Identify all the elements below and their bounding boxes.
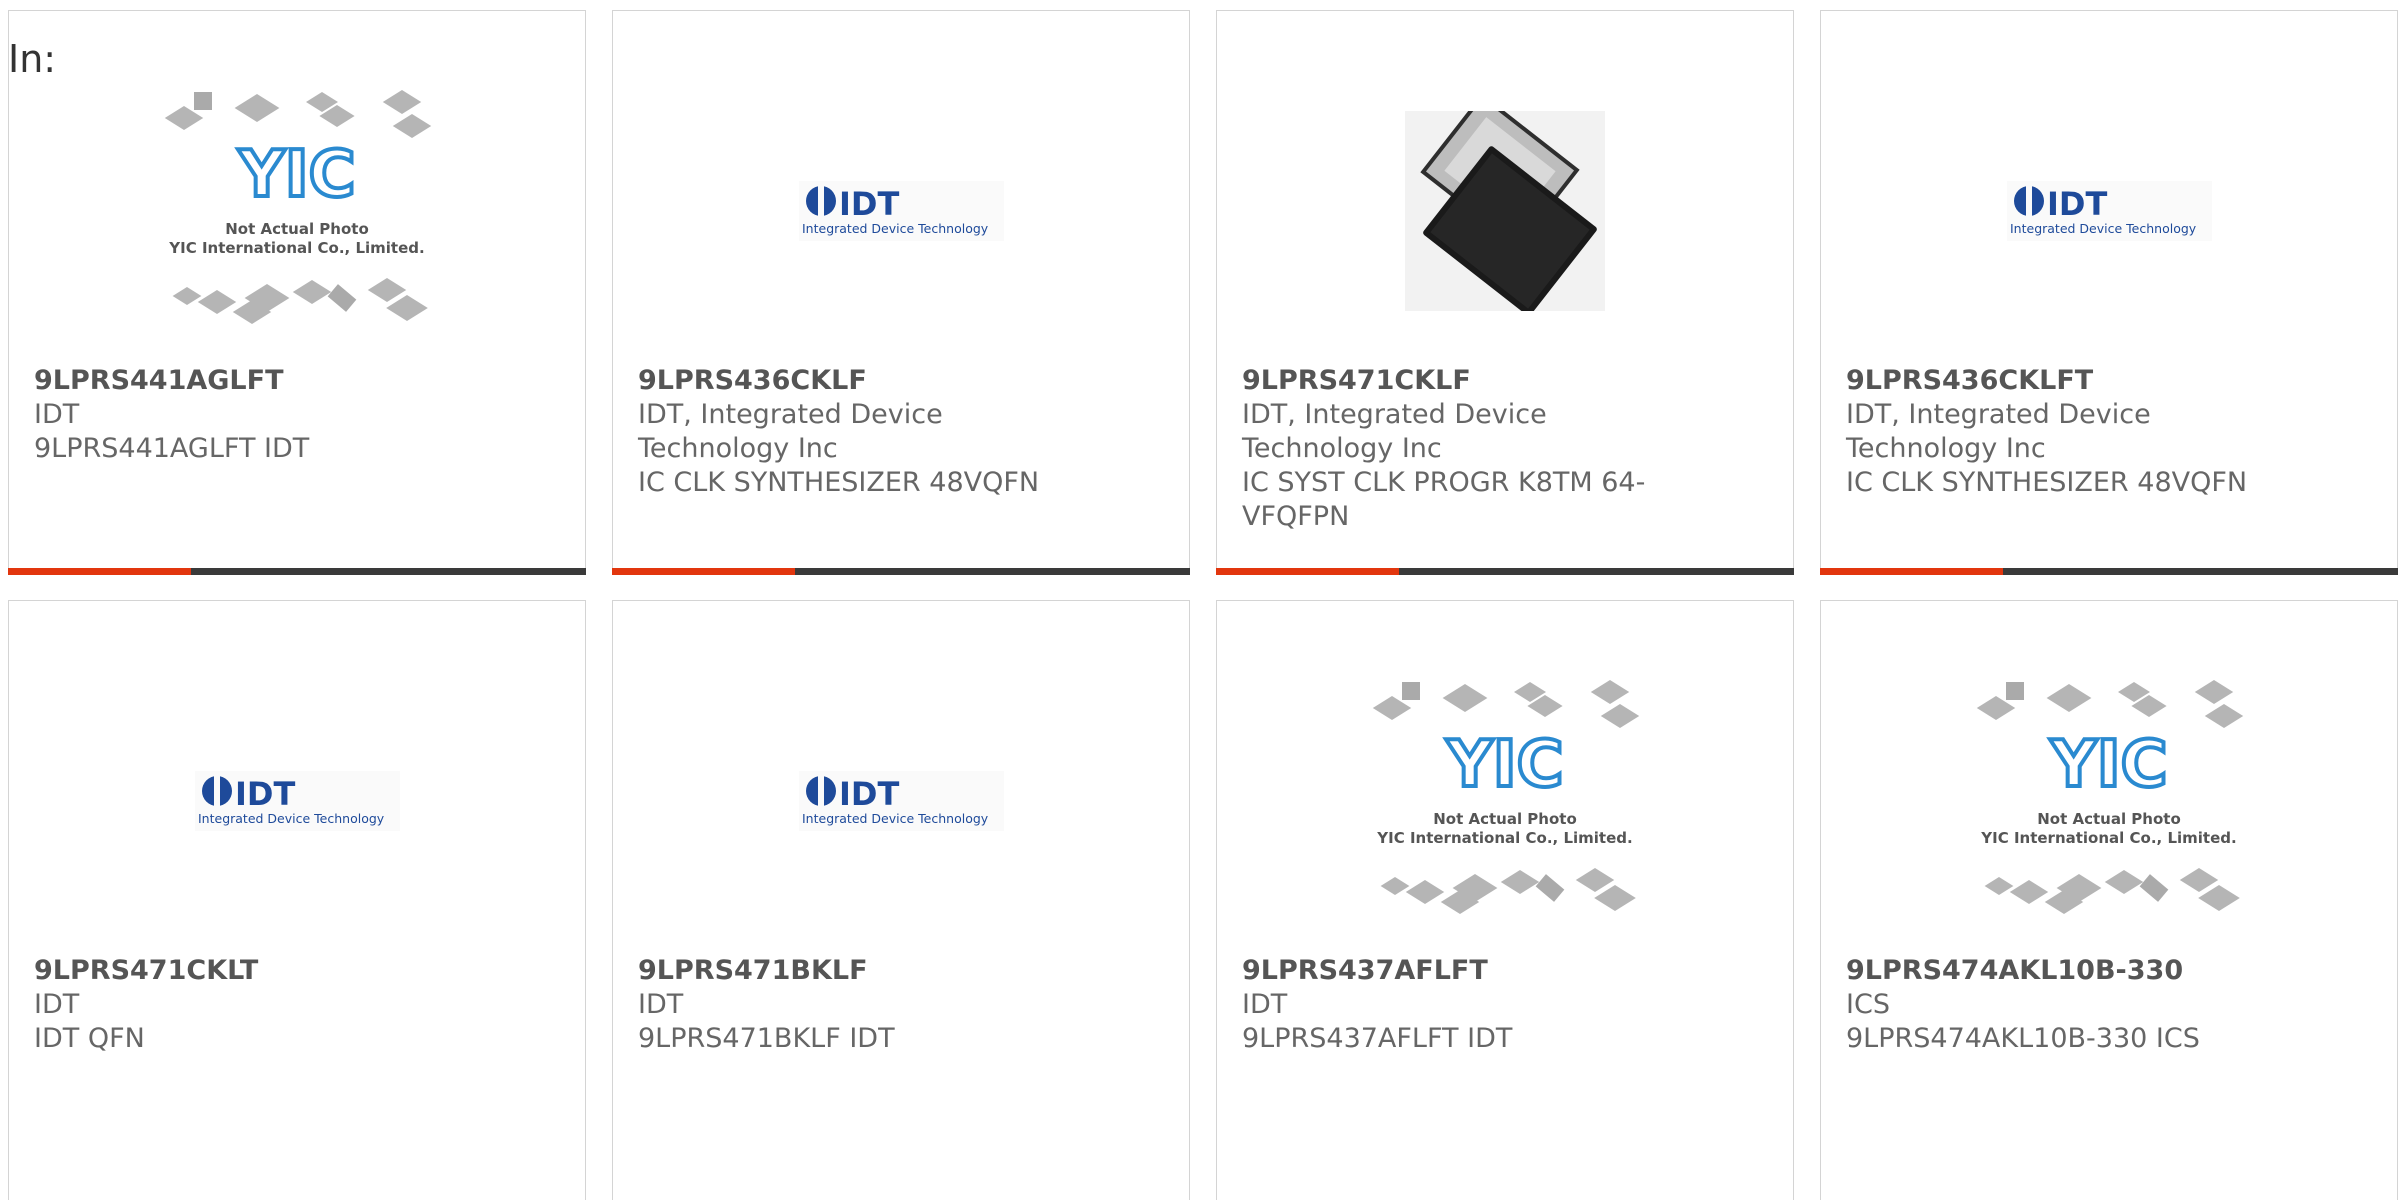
card-footer-bar xyxy=(1216,568,1794,575)
qfn-chip-photo xyxy=(1405,111,1605,311)
card-footer-bar xyxy=(1820,568,2398,575)
description: IC CLK SYNTHESIZER 48VQFN xyxy=(638,467,1040,498)
manufacturer: IDT, Integrated Device Technology Inc xyxy=(638,399,943,464)
part-number-link[interactable]: 9LPRS471BKLF xyxy=(638,954,1058,988)
idt-logo: IDTIntegrated Device Technology xyxy=(194,771,400,831)
product-card[interactable]: YIC Not Actual Photo YIC International Co.… xyxy=(1820,600,2398,1200)
product-image[interactable] xyxy=(1217,71,1793,351)
description: 9LPRS437AFLFT IDT xyxy=(1242,1023,1513,1054)
product-card[interactable]: 9LPRS471CKLF IDT, Integrated Device Tech… xyxy=(1216,10,1794,575)
manufacturer: IDT xyxy=(638,989,684,1020)
manufacturer: IDT xyxy=(34,399,80,430)
part-number-link[interactable]: 9LPRS441AGLFT xyxy=(34,364,454,398)
manufacturer: IDT, Integrated Device Technology Inc xyxy=(1846,399,2151,464)
yic-placeholder-image: YIC Not Actual PhotoYIC International Co.… xyxy=(164,90,432,324)
part-number-link[interactable]: 9LPRS474AKL10B-330 xyxy=(1846,954,2266,988)
idt-logo: IDTIntegrated Device Technology xyxy=(798,181,1004,241)
yic-placeholder-image: YIC Not Actual PhotoYIC International Co.… xyxy=(1976,680,2244,914)
part-number-link[interactable]: 9LPRS436CKLF xyxy=(638,364,1058,398)
part-number-link[interactable]: 9LPRS436CKLFT xyxy=(1846,364,2266,398)
part-number-link[interactable]: 9LPRS471CKLF xyxy=(1242,364,1662,398)
svg-text:Not Actual Photo: Not Actual Photo xyxy=(1433,810,1577,828)
description: IC SYST CLK PROGR K8TM 64-VFQFPN xyxy=(1242,467,1646,532)
product-image[interactable]: YIC Not Actual Photo YIC International Co.… xyxy=(9,71,585,351)
card-footer-bar xyxy=(612,568,1190,575)
description: 9LPRS471BKLF IDT xyxy=(638,1023,895,1054)
svg-text:Integrated Device Technology: Integrated Device Technology xyxy=(2010,221,2197,236)
svg-text:Integrated Device Technology: Integrated Device Technology xyxy=(802,221,989,236)
svg-text:YIC International Co., Limited: YIC International Co., Limited. xyxy=(168,239,424,257)
yic-placeholder-image: YIC Not Actual PhotoYIC International Co.… xyxy=(1372,680,1640,914)
product-card[interactable]: IDT Integrated Device Technology 9LPRS436… xyxy=(612,10,1190,575)
svg-text:IDT: IDT xyxy=(235,775,295,813)
product-image[interactable]: YIC Not Actual Photo YIC International Co.… xyxy=(1821,661,2397,941)
svg-text:Not Actual Photo: Not Actual Photo xyxy=(2037,810,2181,828)
idt-logo: IDTIntegrated Device Technology xyxy=(798,771,1004,831)
product-image[interactable]: YIC Not Actual Photo YIC International Co.… xyxy=(1217,661,1793,941)
product-image[interactable]: IDT Integrated Device Technology xyxy=(9,661,585,941)
product-card[interactable]: IDT Integrated Device Technology 9LPRS471… xyxy=(612,600,1190,1200)
svg-text:Not Actual Photo: Not Actual Photo xyxy=(225,220,369,238)
product-card[interactable]: IDT Integrated Device Technology 9LPRS471… xyxy=(8,600,586,1200)
product-card[interactable]: IDT Integrated Device Technology 9LPRS436… xyxy=(1820,10,2398,575)
manufacturer: ICS xyxy=(1846,989,1890,1020)
description: IC CLK SYNTHESIZER 48VQFN xyxy=(1846,467,2248,498)
svg-text:Integrated Device Technology: Integrated Device Technology xyxy=(802,811,989,826)
product-card[interactable]: YIC Not Actual Photo YIC International Co.… xyxy=(8,10,586,575)
part-number-link[interactable]: 9LPRS471CKLT xyxy=(34,954,454,988)
description: 9LPRS441AGLFT IDT xyxy=(34,433,310,464)
manufacturer: IDT xyxy=(1242,989,1288,1020)
product-image[interactable]: IDT Integrated Device Technology xyxy=(613,71,1189,351)
manufacturer: IDT, Integrated Device Technology Inc xyxy=(1242,399,1547,464)
svg-text:IDT: IDT xyxy=(2047,185,2107,223)
card-footer-bar xyxy=(8,568,586,575)
svg-text:IDT: IDT xyxy=(839,185,899,223)
svg-text:YIC International Co., Limited: YIC International Co., Limited. xyxy=(1980,829,2236,847)
description: 9LPRS474AKL10B-330 ICS xyxy=(1846,1023,2200,1054)
product-image[interactable]: IDT Integrated Device Technology xyxy=(1821,71,2397,351)
product-image[interactable]: IDT Integrated Device Technology xyxy=(613,661,1189,941)
part-number-link[interactable]: 9LPRS437AFLFT xyxy=(1242,954,1662,988)
svg-text:YIC: YIC xyxy=(237,138,355,212)
description: IDT QFN xyxy=(34,1023,145,1054)
svg-text:YIC International Co., Limited: YIC International Co., Limited. xyxy=(1376,829,1632,847)
svg-text:YIC: YIC xyxy=(1445,728,1563,802)
product-card[interactable]: YIC Not Actual Photo YIC International Co.… xyxy=(1216,600,1794,1200)
svg-text:IDT: IDT xyxy=(839,775,899,813)
svg-text:YIC: YIC xyxy=(2049,728,2167,802)
svg-text:Integrated Device Technology: Integrated Device Technology xyxy=(198,811,385,826)
manufacturer: IDT xyxy=(34,989,80,1020)
filter-label: In: xyxy=(8,37,57,81)
idt-logo: IDTIntegrated Device Technology xyxy=(2006,181,2212,241)
